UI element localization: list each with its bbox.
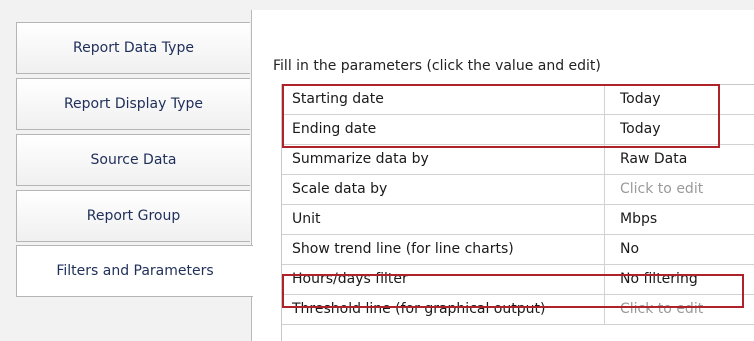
tab-report-data-type[interactable]: Report Data Type: [16, 22, 250, 74]
parameter-value-starting-date[interactable]: Today: [605, 85, 754, 114]
parameter-row-ending-date: Ending date Today: [282, 115, 754, 145]
instructions-text: Fill in the parameters (click the value …: [273, 58, 601, 74]
parameter-row-hours-days-filter: Hours/days filter No filtering: [282, 265, 754, 295]
parameter-label: Hours/days filter: [282, 265, 605, 294]
parameter-row-scale-data-by: Scale data by Click to edit: [282, 175, 754, 205]
parameter-label: Scale data by: [282, 175, 605, 204]
parameter-value-ending-date[interactable]: Today: [605, 115, 754, 144]
parameter-row-threshold-line: Threshold line (for graphical output) Cl…: [282, 295, 754, 325]
parameter-label: Ending date: [282, 115, 605, 144]
parameter-label: Show trend line (for line charts): [282, 235, 605, 264]
parameter-value-scale-data-by[interactable]: Click to edit: [605, 175, 754, 204]
tab-report-display-type[interactable]: Report Display Type: [16, 78, 250, 130]
tab-source-data[interactable]: Source Data: [16, 134, 250, 186]
parameter-label: Starting date: [282, 85, 605, 114]
parameter-row-unit: Unit Mbps: [282, 205, 754, 235]
parameter-value-hours-days-filter[interactable]: No filtering: [605, 265, 754, 294]
tab-report-group[interactable]: Report Group: [16, 190, 250, 242]
parameter-value-unit[interactable]: Mbps: [605, 205, 754, 234]
top-strip: [0, 0, 754, 10]
parameter-label: Summarize data by: [282, 145, 605, 174]
tab-filters-and-parameters[interactable]: Filters and Parameters: [16, 245, 253, 297]
parameter-value-summarize-data-by[interactable]: Raw Data: [605, 145, 754, 174]
parameter-label: Unit: [282, 205, 605, 234]
parameters-grid: Starting date Today Ending date Today Su…: [281, 84, 754, 341]
parameter-row-starting-date: Starting date Today: [282, 85, 754, 115]
parameter-label: Threshold line (for graphical output): [282, 295, 605, 324]
parameter-value-threshold-line[interactable]: Click to edit: [605, 295, 754, 324]
parameter-row-summarize-data-by: Summarize data by Raw Data: [282, 145, 754, 175]
parameter-row-show-trend-line: Show trend line (for line charts) No: [282, 235, 754, 265]
parameter-value-show-trend-line[interactable]: No: [605, 235, 754, 264]
